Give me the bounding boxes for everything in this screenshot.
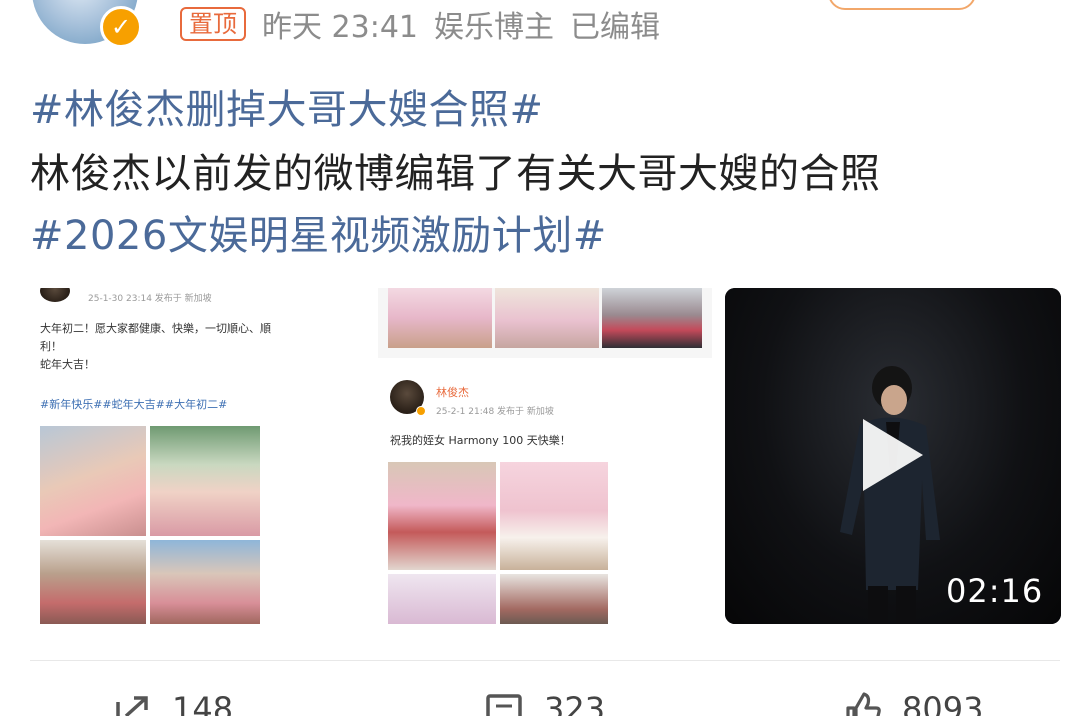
- post-body: 林俊杰以前发的微博编辑了有关大哥大嫂的合照: [30, 151, 881, 197]
- screenshot-1-line: 大年初二！愿大家都健康、快樂，一切順心、順: [40, 322, 271, 335]
- repost-count: 148: [172, 690, 234, 716]
- post-meta: 置顶 昨天 23:41 娱乐博主 已编辑: [180, 6, 660, 45]
- mini-avatar: [40, 288, 70, 302]
- edited-label[interactable]: 已编辑: [570, 2, 660, 46]
- family-photo: [150, 426, 260, 536]
- mini-verified-icon: [416, 406, 426, 416]
- thumbs-up-icon: [846, 692, 881, 716]
- repost-button[interactable]: 148: [112, 690, 233, 716]
- screenshot-1-tags: #新年快乐##蛇年大吉##大年初二#: [40, 398, 228, 411]
- family-photo: [150, 540, 260, 624]
- screenshot-2-text: 祝我的姪女 Harmony 100 天快樂！: [390, 434, 571, 447]
- video-duration: 02:16: [946, 572, 1044, 610]
- like-count: 8093: [902, 690, 984, 716]
- like-button[interactable]: 8093: [842, 690, 983, 716]
- party-photo: [500, 574, 608, 624]
- screenshot-2-meta: 25-2-1 21:48 发布于 新加坡: [436, 407, 554, 417]
- screenshot-1-meta: 25-1-30 23:14 发布于 新加坡: [88, 294, 212, 304]
- image-screenshot-2[interactable]: 林俊杰 25-2-1 21:48 发布于 新加坡 祝我的姪女 Harmony 1…: [378, 288, 712, 624]
- screenshot-1-line: 蛇年大吉！: [40, 358, 95, 371]
- singer-figure: [840, 366, 940, 624]
- party-photo: [388, 288, 492, 348]
- repost-icon: [116, 696, 148, 716]
- comment-count: 323: [544, 690, 606, 716]
- image-screenshot-1[interactable]: 25-1-30 23:14 发布于 新加坡 大年初二！愿大家都健康、快樂，一切順…: [30, 288, 350, 624]
- verified-badge-icon: ✓: [100, 6, 142, 48]
- campaign-hashtag-link[interactable]: #2026文娱明星视频激励计划#: [30, 210, 607, 262]
- party-photo: [602, 288, 702, 348]
- author-type: 娱乐博主: [434, 10, 554, 45]
- party-photo: [388, 462, 496, 570]
- comment-icon: [486, 694, 522, 716]
- party-photo: [500, 462, 608, 570]
- hashtag-link[interactable]: #林俊杰删掉大哥大嫂合照#: [30, 84, 544, 136]
- post-time: 昨天 23:41: [262, 10, 418, 45]
- party-photo: [388, 574, 496, 624]
- follow-button[interactable]: [828, 0, 976, 10]
- play-icon[interactable]: [863, 419, 923, 491]
- family-photo: [40, 426, 146, 536]
- party-photo: [495, 288, 599, 348]
- screenshot-2-author: 林俊杰: [436, 386, 469, 399]
- screenshot-1-line: 利！: [40, 340, 62, 353]
- family-photo: [40, 540, 146, 624]
- divider: [30, 660, 1060, 661]
- comment-button[interactable]: 323: [484, 690, 605, 716]
- pinned-badge: 置顶: [180, 7, 246, 41]
